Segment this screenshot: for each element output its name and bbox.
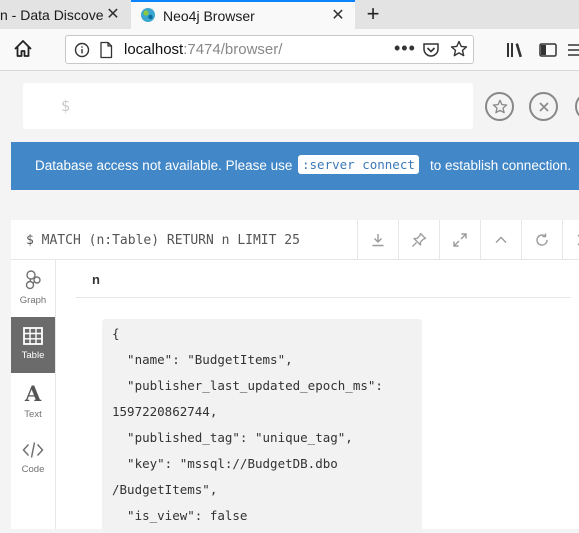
json-line: "published_tag": "unique_tag", xyxy=(112,430,353,445)
tab-label: Table xyxy=(21,350,45,361)
json-line: "key": "mssql://BudgetDB.dbo xyxy=(112,456,338,471)
favorite-button[interactable] xyxy=(485,92,514,121)
json-line: 1597220862744, xyxy=(112,404,218,419)
download-icon xyxy=(372,234,384,247)
editor-area: $ xyxy=(0,71,579,142)
tab-table[interactable]: Table xyxy=(11,317,55,373)
svg-text:A: A xyxy=(24,383,42,405)
json-line: "publisher_last_updated_epoch_ms": xyxy=(112,378,383,393)
star-icon xyxy=(492,99,507,113)
overflow-menu-icon[interactable] xyxy=(566,40,579,60)
connection-warning-banner: Database access not available. Please us… xyxy=(11,142,579,190)
cypher-editor[interactable]: $ xyxy=(23,83,473,129)
close-icon xyxy=(577,234,579,246)
json-line: { xyxy=(112,326,120,341)
view-mode-tabs: Graph Table A Text Code xyxy=(11,260,56,529)
banner-text: Database access not available. Please us… xyxy=(35,158,293,173)
fullscreen-button[interactable] xyxy=(439,220,480,260)
close-icon xyxy=(538,101,549,112)
frame-query[interactable]: $ MATCH (n:Table) RETURN n LIMIT 25 xyxy=(26,233,300,248)
navigation-toolbar: localhost:7474/browser/ ••• xyxy=(0,29,579,71)
run-button[interactable] xyxy=(575,92,579,121)
page-icon xyxy=(100,41,113,59)
pocket-icon[interactable] xyxy=(422,42,440,58)
tab-title: Neo4j Browser xyxy=(163,7,255,24)
code-icon xyxy=(22,442,44,458)
info-icon[interactable] xyxy=(74,42,90,58)
tab-neo4j-browser[interactable]: Neo4j Browser ✕ xyxy=(131,0,355,29)
chevron-up-icon xyxy=(495,236,507,243)
page-actions-icon[interactable]: ••• xyxy=(394,38,416,59)
clear-editor-button[interactable] xyxy=(529,92,558,121)
server-connect-command[interactable]: :server connect xyxy=(298,155,419,174)
table-icon xyxy=(23,327,43,345)
graph-icon xyxy=(25,270,41,290)
download-button[interactable] xyxy=(357,220,398,260)
tab-label: Code xyxy=(21,464,45,475)
expand-icon xyxy=(453,233,467,247)
table-view: n { "name": "BudgetItems", "publisher_la… xyxy=(56,260,579,533)
library-icon[interactable] xyxy=(505,40,525,60)
rerun-button[interactable] xyxy=(521,220,562,260)
home-icon[interactable] xyxy=(12,38,34,60)
collapse-button[interactable] xyxy=(480,220,521,260)
browser-tab-strip: n - Data Discove ✕ Neo4j Browser ✕ + xyxy=(0,0,579,29)
address-bar[interactable]: localhost:7474/browser/ ••• xyxy=(65,35,474,64)
tab-code[interactable]: Code xyxy=(11,431,55,487)
frame-header: $ MATCH (n:Table) RETURN n LIMIT 25 xyxy=(11,220,579,260)
tab-graph[interactable]: Graph xyxy=(11,260,55,316)
pin-icon xyxy=(412,232,427,247)
banner-text-end: to establish connection. xyxy=(430,158,572,173)
result-frame: $ MATCH (n:Table) RETURN n LIMIT 25 Grap… xyxy=(11,220,579,533)
new-tab-plus-icon[interactable]: + xyxy=(362,1,384,26)
sidebar-icon[interactable] xyxy=(538,40,558,60)
url-text[interactable]: localhost:7474/browser/ xyxy=(124,41,282,58)
close-tab-icon[interactable]: ✕ xyxy=(104,5,122,23)
refresh-icon xyxy=(536,233,548,246)
tab-text[interactable]: A Text xyxy=(11,374,55,430)
close-frame-button[interactable] xyxy=(562,220,579,260)
tab-label: Text xyxy=(24,409,42,420)
tab-data-discovery[interactable]: n - Data Discove ✕ xyxy=(0,0,130,29)
neo4j-logo-icon xyxy=(141,8,155,22)
table-cell-json[interactable]: { "name": "BudgetItems", "publisher_last… xyxy=(102,319,422,533)
editor-prompt: $ xyxy=(61,97,71,115)
pin-button[interactable] xyxy=(398,220,439,260)
json-line: /BudgetItems", xyxy=(112,482,218,497)
text-icon: A xyxy=(24,383,42,405)
json-line: "name": "BudgetItems", xyxy=(112,352,293,367)
tab-title: n - Data Discove xyxy=(0,6,104,23)
table-column-header: n xyxy=(76,260,571,298)
bookmark-star-icon[interactable] xyxy=(450,40,468,58)
tab-label: Graph xyxy=(19,295,47,306)
column-label: n xyxy=(92,272,100,287)
json-line: "is_view": false xyxy=(112,508,248,523)
close-tab-icon[interactable]: ✕ xyxy=(329,6,347,24)
